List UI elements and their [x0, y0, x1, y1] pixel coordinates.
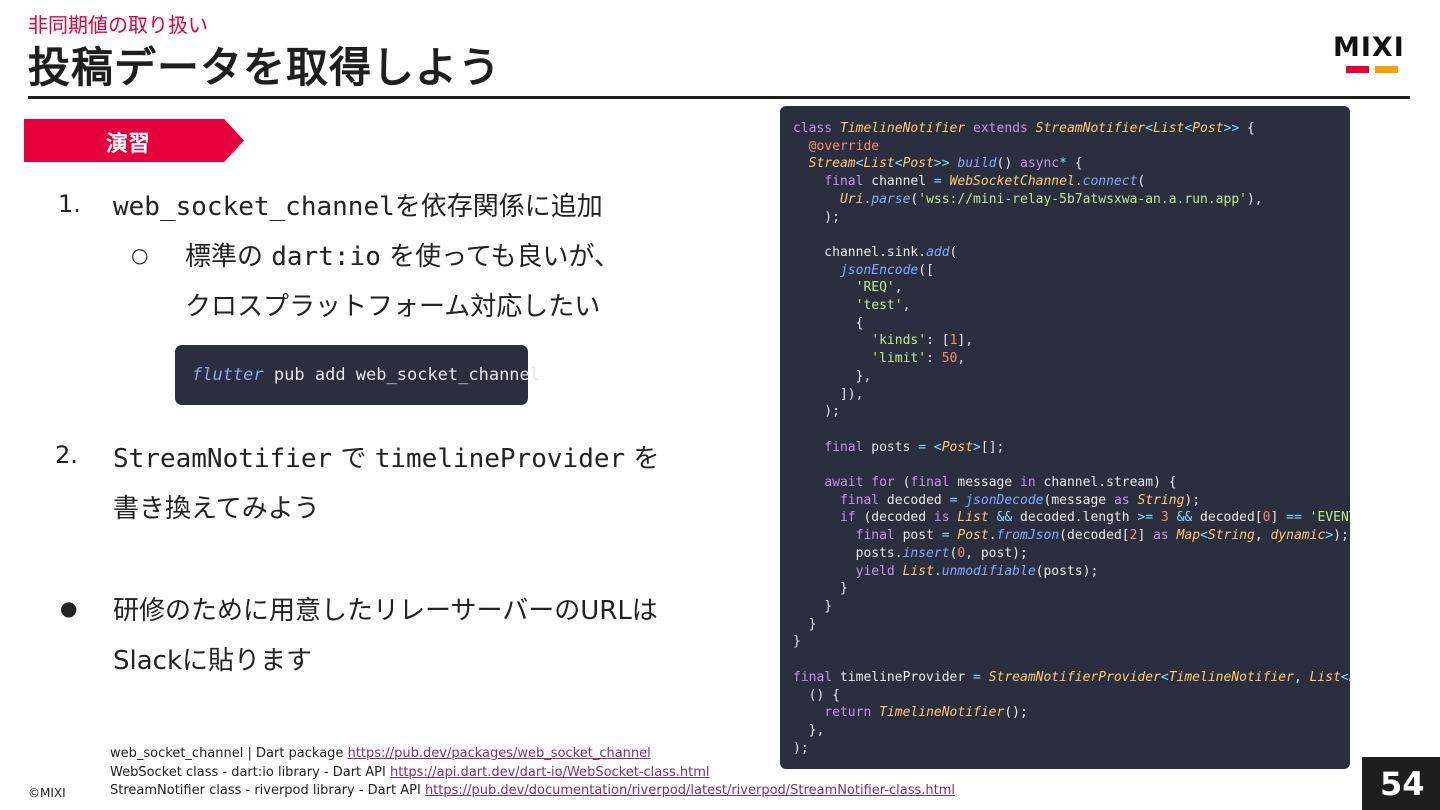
- step2-code1: StreamNotifier: [113, 444, 333, 474]
- step1-number: 1.: [58, 190, 81, 218]
- step2-line2: 書き換えてみよう: [113, 494, 320, 524]
- title-divider: [28, 96, 1410, 99]
- copyright: ©MIXI: [28, 786, 66, 800]
- reference-item: WebSocket class - dart:io library - Dart…: [110, 764, 955, 783]
- slide-title: 投稿データを取得しよう: [28, 43, 502, 92]
- step1-text: を依存関係に追加: [394, 192, 603, 222]
- references: web_socket_channel | Dart package https:…: [110, 745, 955, 801]
- reference-item: web_socket_channel | Dart package https:…: [110, 745, 955, 764]
- mixi-logo: MIXI: [1333, 34, 1413, 74]
- step1-sub-prefix: 標準の: [185, 242, 264, 272]
- exercise-tag: 演習: [24, 119, 244, 162]
- step1-sub-bullet: ○: [131, 243, 149, 267]
- step1-sub-suffix: を使っても良いが、: [389, 242, 621, 272]
- command-keyword: flutter: [192, 365, 264, 385]
- logo-text: MIXI: [1333, 32, 1405, 63]
- step2-number: 2.: [55, 441, 78, 469]
- code-block: class TimelineNotifier extends StreamNot…: [780, 106, 1350, 769]
- code-text: class TimelineNotifier extends StreamNot…: [793, 121, 1350, 756]
- note-bullet: ●: [60, 596, 78, 620]
- step2-line1: StreamNotifier で timelineProvider を: [113, 438, 659, 475]
- logo-orange-bar: [1375, 66, 1398, 73]
- note-line2: Slackに貼ります: [113, 646, 313, 676]
- reference-link[interactable]: https://pub.dev/packages/web_socket_chan…: [348, 746, 651, 761]
- step2-mid: で: [340, 444, 367, 474]
- step1-sub-line1: 標準の dart:io を使っても良いが、: [185, 236, 620, 273]
- reference-link[interactable]: https://api.dart.dev/dart-io/WebSocket-c…: [390, 765, 710, 780]
- step1-line: web_socket_channelを依存関係に追加: [113, 186, 603, 223]
- exercise-tag-label: 演習: [106, 132, 151, 157]
- reference-text: web_socket_channel | Dart package: [110, 746, 344, 761]
- command-text: flutter pub add web_socket_channel: [192, 365, 540, 385]
- step2-suffix: を: [633, 444, 660, 474]
- step1-sub-code: dart:io: [271, 242, 381, 272]
- page-number: 54: [1380, 765, 1425, 803]
- step1-sub-line2: クロスプラットフォーム対応したい: [185, 292, 601, 322]
- logo-red-bar: [1346, 66, 1369, 73]
- page-number-box: 54: [1362, 757, 1440, 810]
- reference-link[interactable]: https://pub.dev/documentation/riverpod/l…: [425, 783, 955, 798]
- note-line1: 研修のために用意したリレーサーバーのURLは: [113, 596, 658, 626]
- command-code-box: flutter pub add web_socket_channel: [175, 345, 540, 405]
- step2-code2: timelineProvider: [374, 444, 626, 474]
- reference-text: StreamNotifier class - riverpod library …: [110, 783, 421, 798]
- step1-code: web_socket_channel: [113, 192, 395, 222]
- reference-text: WebSocket class - dart:io library - Dart…: [110, 764, 386, 780]
- reference-item: StreamNotifier class - riverpod library …: [110, 782, 955, 801]
- command-args: pub add web_socket_channel: [273, 365, 541, 385]
